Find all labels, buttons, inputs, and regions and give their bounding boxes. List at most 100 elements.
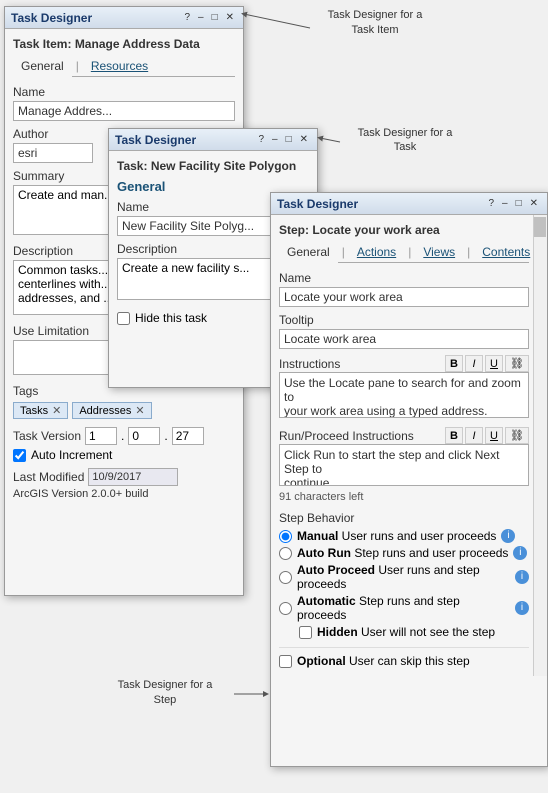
tab-general-1[interactable]: General	[13, 57, 72, 77]
window-step[interactable]: Task Designer ? – □ ✕ Step: Locate your …	[270, 192, 548, 767]
underline-btn-instructions[interactable]: U	[485, 355, 503, 372]
author-input-1[interactable]	[13, 143, 93, 163]
behavior-manual-radio[interactable]	[279, 530, 292, 543]
autoproceed-info-icon[interactable]: i	[515, 570, 529, 584]
version-minor[interactable]	[128, 427, 160, 445]
window-controls-3: ? – □ ✕	[485, 197, 541, 211]
optional-checkbox[interactable]	[279, 655, 292, 668]
task-header-2: Task: New Facility Site Polygon	[117, 159, 309, 173]
behavior-automatic-radio[interactable]	[279, 602, 292, 615]
bold-btn-instructions[interactable]: B	[445, 355, 463, 372]
run-proceed-toolbar: B I U ⛓	[445, 427, 529, 444]
annotation-task: Task Designer for a Task	[340, 126, 470, 155]
step-behavior-label: Step Behavior	[279, 511, 529, 525]
window-controls-2: ? – □ ✕	[255, 133, 311, 147]
auto-increment-checkbox[interactable]	[13, 449, 26, 462]
last-modified-input[interactable]	[88, 468, 178, 486]
instructions-textarea[interactable]: Use the Locate pane to search for and zo…	[279, 372, 529, 418]
title-step: Task Designer	[277, 197, 358, 211]
window-controls-1: ? – □ ✕	[181, 11, 237, 25]
tooltip-label-3: Tooltip	[279, 313, 529, 327]
titlebar-task: Task Designer ? – □ ✕	[109, 129, 317, 151]
auto-increment-label: Auto Increment	[31, 448, 112, 462]
behavior-autorun-radio[interactable]	[279, 547, 292, 560]
tab-contents-3[interactable]: Contents	[474, 243, 538, 262]
maximize-btn-1[interactable]: □	[209, 11, 221, 25]
tabs-window1: General | Resources	[13, 57, 235, 77]
maximize-btn-2[interactable]: □	[283, 133, 295, 147]
tab-general-3[interactable]: General	[279, 243, 338, 263]
tab-actions-3[interactable]: Actions	[349, 243, 404, 262]
hidden-label: Hidden User will not see the step	[317, 625, 495, 639]
close-btn-3[interactable]: ✕	[527, 197, 541, 211]
tabs-window3: General | Actions | Views | Contents	[279, 243, 529, 263]
tags-row-1: Tasks ✕ Addresses ✕	[13, 402, 235, 419]
version-patch[interactable]	[172, 427, 204, 445]
autorun-info-icon[interactable]: i	[513, 546, 527, 560]
name-input-3[interactable]	[279, 287, 529, 307]
annotation-step: Task Designer for a Step	[100, 678, 230, 709]
title-task: Task Designer	[115, 133, 196, 147]
close-btn-2[interactable]: ✕	[297, 133, 311, 147]
titlebar-step: Task Designer ? – □ ✕	[271, 193, 547, 215]
tab-resources-1[interactable]: Resources	[83, 57, 156, 76]
link-btn-instructions[interactable]: ⛓	[505, 355, 529, 372]
behavior-automatic-row: Automatic Step runs and step proceeds i	[279, 594, 529, 622]
version-label: Task Version	[13, 429, 81, 443]
instructions-header-row: Instructions B I U ⛓	[279, 355, 529, 372]
instructions-toolbar: B I U ⛓	[445, 355, 529, 372]
help-btn-1[interactable]: ?	[181, 11, 193, 25]
tag-tasks-close[interactable]: ✕	[52, 404, 61, 417]
maximize-btn-3[interactable]: □	[513, 197, 525, 211]
name-label-1: Name	[13, 85, 235, 99]
behavior-autoproceed-radio[interactable]	[279, 571, 292, 584]
instructions-section: Instructions B I U ⛓ Use the Locate pane…	[279, 355, 529, 421]
italic-btn-run[interactable]: I	[465, 427, 483, 444]
title-task-item: Task Designer	[11, 11, 92, 25]
name-input-1[interactable]	[13, 101, 235, 121]
behavior-manual-row: Manual User runs and user proceeds i	[279, 529, 529, 543]
instructions-label: Instructions	[279, 357, 340, 371]
behavior-autorun-label: Auto Run Step runs and user proceeds	[297, 546, 508, 560]
underline-btn-run[interactable]: U	[485, 427, 503, 444]
optional-label: Optional User can skip this step	[297, 654, 470, 668]
help-btn-3[interactable]: ?	[485, 197, 497, 211]
minimize-btn-3[interactable]: –	[499, 197, 511, 211]
version-row: Task Version . .	[13, 427, 235, 445]
behavior-autorun-row: Auto Run Step runs and user proceeds i	[279, 546, 529, 560]
optional-row: Optional User can skip this step	[279, 647, 529, 668]
help-btn-2[interactable]: ?	[255, 133, 267, 147]
tag-tasks[interactable]: Tasks ✕	[13, 402, 68, 419]
scrollbar-thumb[interactable]	[534, 217, 546, 237]
scrollbar[interactable]	[533, 215, 547, 676]
step-header: Step: Locate your work area	[279, 223, 529, 237]
link-btn-run[interactable]: ⛓	[505, 427, 529, 444]
version-major[interactable]	[85, 427, 117, 445]
tag-addresses-close[interactable]: ✕	[135, 404, 144, 417]
hide-task-checkbox[interactable]	[117, 312, 130, 325]
close-btn-1[interactable]: ✕	[223, 11, 237, 25]
behavior-automatic-label: Automatic Step runs and step proceeds	[297, 594, 510, 622]
run-proceed-header-row: Run/Proceed Instructions B I U ⛓	[279, 427, 529, 444]
run-proceed-textarea[interactable]: Click Run to start the step and click Ne…	[279, 444, 529, 486]
hidden-checkbox[interactable]	[299, 626, 312, 639]
tag-addresses[interactable]: Addresses ✕	[72, 402, 151, 419]
manual-info-icon[interactable]: i	[501, 529, 515, 543]
hidden-row: Hidden User will not see the step	[299, 625, 529, 639]
automatic-info-icon[interactable]: i	[515, 601, 529, 615]
step-behavior-section: Step Behavior Manual User runs and user …	[279, 511, 529, 639]
tooltip-input-3[interactable]	[279, 329, 529, 349]
titlebar-task-item: Task Designer ? – □ ✕	[5, 7, 243, 29]
last-modified-label: Last Modified	[13, 470, 84, 484]
auto-increment-row: Auto Increment	[13, 448, 235, 462]
behavior-manual-label: Manual User runs and user proceeds	[297, 529, 496, 543]
minimize-btn-2[interactable]: –	[269, 133, 281, 147]
behavior-autoproceed-row: Auto Proceed User runs and step proceeds…	[279, 563, 529, 591]
annotation-task-item: Task Designer for a Task Item	[310, 8, 440, 39]
italic-btn-instructions[interactable]: I	[465, 355, 483, 372]
minimize-btn-1[interactable]: –	[195, 11, 207, 25]
last-modified-row: Last Modified	[13, 468, 235, 486]
bold-btn-run[interactable]: B	[445, 427, 463, 444]
run-proceed-label: Run/Proceed Instructions	[279, 429, 414, 443]
tab-views-3[interactable]: Views	[415, 243, 463, 262]
